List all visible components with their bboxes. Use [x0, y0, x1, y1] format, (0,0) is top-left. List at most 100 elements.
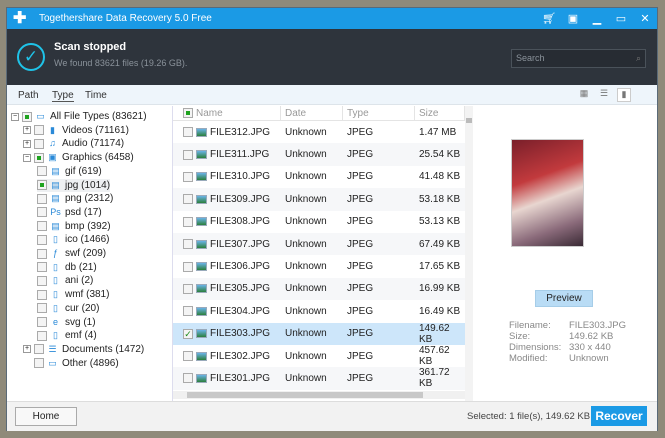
maximize-button[interactable]: ▭ [609, 12, 633, 25]
tree-item[interactable]: Ps psd (17) [37, 206, 102, 219]
tree-checkbox[interactable] [37, 262, 47, 273]
tree-checkbox[interactable] [37, 207, 47, 218]
row-checkbox[interactable] [183, 127, 193, 138]
tree-checkbox[interactable] [37, 303, 47, 314]
tree-checkbox[interactable] [34, 125, 44, 136]
search-icon[interactable]: ⌕ [636, 53, 641, 64]
row-checkbox[interactable] [183, 149, 193, 160]
row-checkbox[interactable] [183, 373, 193, 384]
row-checkbox[interactable] [183, 239, 193, 250]
row-checkbox[interactable] [183, 351, 193, 362]
search-input[interactable]: Search ⌕ [511, 49, 646, 68]
tree-checkbox[interactable] [37, 193, 47, 204]
tree-checkbox[interactable] [34, 152, 44, 163]
column-type[interactable]: Type [343, 105, 415, 121]
home-button[interactable]: Home [15, 407, 77, 426]
tree-item[interactable]: + ▮ Videos (71161) [23, 124, 129, 137]
column-size[interactable]: Size [415, 105, 465, 121]
tree-checkbox[interactable] [37, 248, 47, 259]
tree-checkbox[interactable] [37, 234, 47, 245]
row-checkbox[interactable]: ✓ [183, 328, 193, 339]
tree-item[interactable]: ▤ png (2312) [37, 192, 113, 205]
register-icon[interactable]: ▣ [561, 12, 585, 25]
tree-item[interactable]: ▯ cur (20) [37, 302, 99, 315]
tree-item[interactable]: − ▭ All File Types (83621) [11, 110, 147, 123]
title-bar: ✚ Togethershare Data Recovery 5.0 Free 🛒… [7, 8, 657, 29]
tree-item[interactable]: ▯ wmf (381) [37, 288, 109, 301]
table-row[interactable]: FILE312.JPG Unknown JPEG 1.47 MB [173, 121, 465, 143]
tab-type[interactable]: Type [52, 90, 74, 102]
table-row[interactable]: FILE307.JPG Unknown JPEG 67.49 KB [173, 232, 465, 256]
file-type: JPEG [347, 149, 374, 161]
tab-time[interactable]: Time [85, 90, 107, 101]
column-date[interactable]: Date [281, 105, 343, 121]
tree-item[interactable]: + ♫ Audio (71174) [23, 137, 124, 150]
tree-checkbox[interactable] [37, 221, 47, 232]
tree-checkbox[interactable] [22, 111, 32, 122]
preview-view-icon[interactable]: ▮ [617, 88, 631, 102]
tab-path[interactable]: Path [18, 90, 39, 101]
tree-item[interactable]: ▯ emf (4) [37, 329, 97, 342]
tree-checkbox[interactable] [37, 180, 47, 190]
tree-checkbox[interactable] [37, 317, 47, 327]
close-button[interactable]: ✕ [633, 12, 657, 25]
table-row[interactable]: FILE308.JPG Unknown JPEG 53.13 KB [173, 211, 465, 233]
tree-item[interactable]: ▯ ani (2) [37, 274, 93, 287]
table-row[interactable]: FILE309.JPG Unknown JPEG 53.18 KB [173, 188, 465, 211]
tree-item[interactable]: ▯ db (21) [37, 261, 97, 274]
table-row[interactable]: FILE305.JPG Unknown JPEG 16.99 KB [173, 277, 465, 301]
tree-item[interactable]: ▤ jpg (1014) [37, 178, 111, 192]
expand-toggle-icon[interactable]: + [23, 345, 31, 354]
expand-toggle-icon[interactable]: − [23, 153, 31, 162]
tree-checkbox[interactable] [34, 344, 44, 355]
file-date: Unknown [285, 238, 327, 250]
scan-summary: We found 83621 files (19.26 GB). [54, 58, 188, 68]
select-all-checkbox[interactable] [183, 108, 193, 118]
tree-item[interactable]: + ☰ Documents (1472) [23, 343, 144, 356]
expand-toggle-icon[interactable]: − [11, 112, 19, 121]
tree-checkbox[interactable] [37, 289, 47, 300]
row-checkbox[interactable] [183, 306, 193, 317]
tree-item[interactable]: ▤ gif (619) [37, 165, 102, 178]
file-date: Unknown [285, 350, 327, 362]
tree-checkbox[interactable] [37, 166, 47, 177]
expand-toggle-icon[interactable]: + [23, 139, 31, 148]
table-row[interactable]: FILE304.JPG Unknown JPEG 16.49 KB [173, 300, 465, 322]
row-checkbox[interactable] [183, 261, 193, 272]
tree-item[interactable]: e svg (1) [37, 316, 96, 329]
recover-button[interactable]: Recover [591, 406, 647, 426]
cart-icon[interactable]: 🛒︎ [537, 12, 561, 25]
column-name[interactable]: Name [196, 106, 223, 121]
tree-checkbox[interactable] [34, 358, 44, 369]
tree-item[interactable]: ▤ bmp (392) [37, 220, 111, 233]
image-file-icon [196, 172, 207, 182]
tree-checkbox[interactable] [34, 138, 44, 149]
list-view-icon[interactable]: ☰ [597, 88, 611, 102]
tree-item[interactable]: − ▣ Graphics (6458) [23, 151, 134, 164]
check-circle-icon: ✓ [17, 43, 45, 71]
row-checkbox[interactable] [183, 283, 193, 294]
preview-button[interactable]: Preview [535, 290, 593, 307]
row-checkbox[interactable] [183, 216, 193, 227]
file-date: Unknown [285, 149, 327, 161]
table-row[interactable]: FILE311.JPG Unknown JPEG 25.54 KB [173, 143, 465, 166]
minimize-button[interactable]: ▁ [585, 12, 609, 25]
vertical-scrollbar[interactable] [465, 106, 473, 401]
table-row[interactable]: FILE301.JPG Unknown JPEG 361.72 KB [173, 367, 465, 390]
row-checkbox[interactable] [183, 194, 193, 205]
tree-item[interactable]: ▯ ico (1466) [37, 233, 109, 246]
table-row[interactable]: FILE306.JPG Unknown JPEG 17.65 KB [173, 255, 465, 277]
tree-item[interactable]: ▭ Other (4896) [23, 357, 119, 370]
tree-item[interactable]: ƒ swf (209) [37, 247, 106, 260]
table-row[interactable]: FILE310.JPG Unknown JPEG 41.48 KB [173, 166, 465, 188]
tree-item-label: psd (17) [65, 206, 102, 218]
file-name: FILE307.JPG [210, 238, 271, 250]
table-row[interactable]: ✓ FILE303.JPG Unknown JPEG 149.62 KB [173, 322, 465, 345]
row-checkbox[interactable] [183, 171, 193, 182]
grid-view-icon[interactable]: ▦ [577, 88, 591, 102]
horizontal-scrollbar[interactable] [173, 391, 465, 399]
table-row[interactable]: FILE302.JPG Unknown JPEG 457.62 KB [173, 345, 465, 367]
tree-checkbox[interactable] [37, 330, 47, 341]
tree-checkbox[interactable] [37, 275, 47, 286]
expand-toggle-icon[interactable]: + [23, 126, 31, 135]
